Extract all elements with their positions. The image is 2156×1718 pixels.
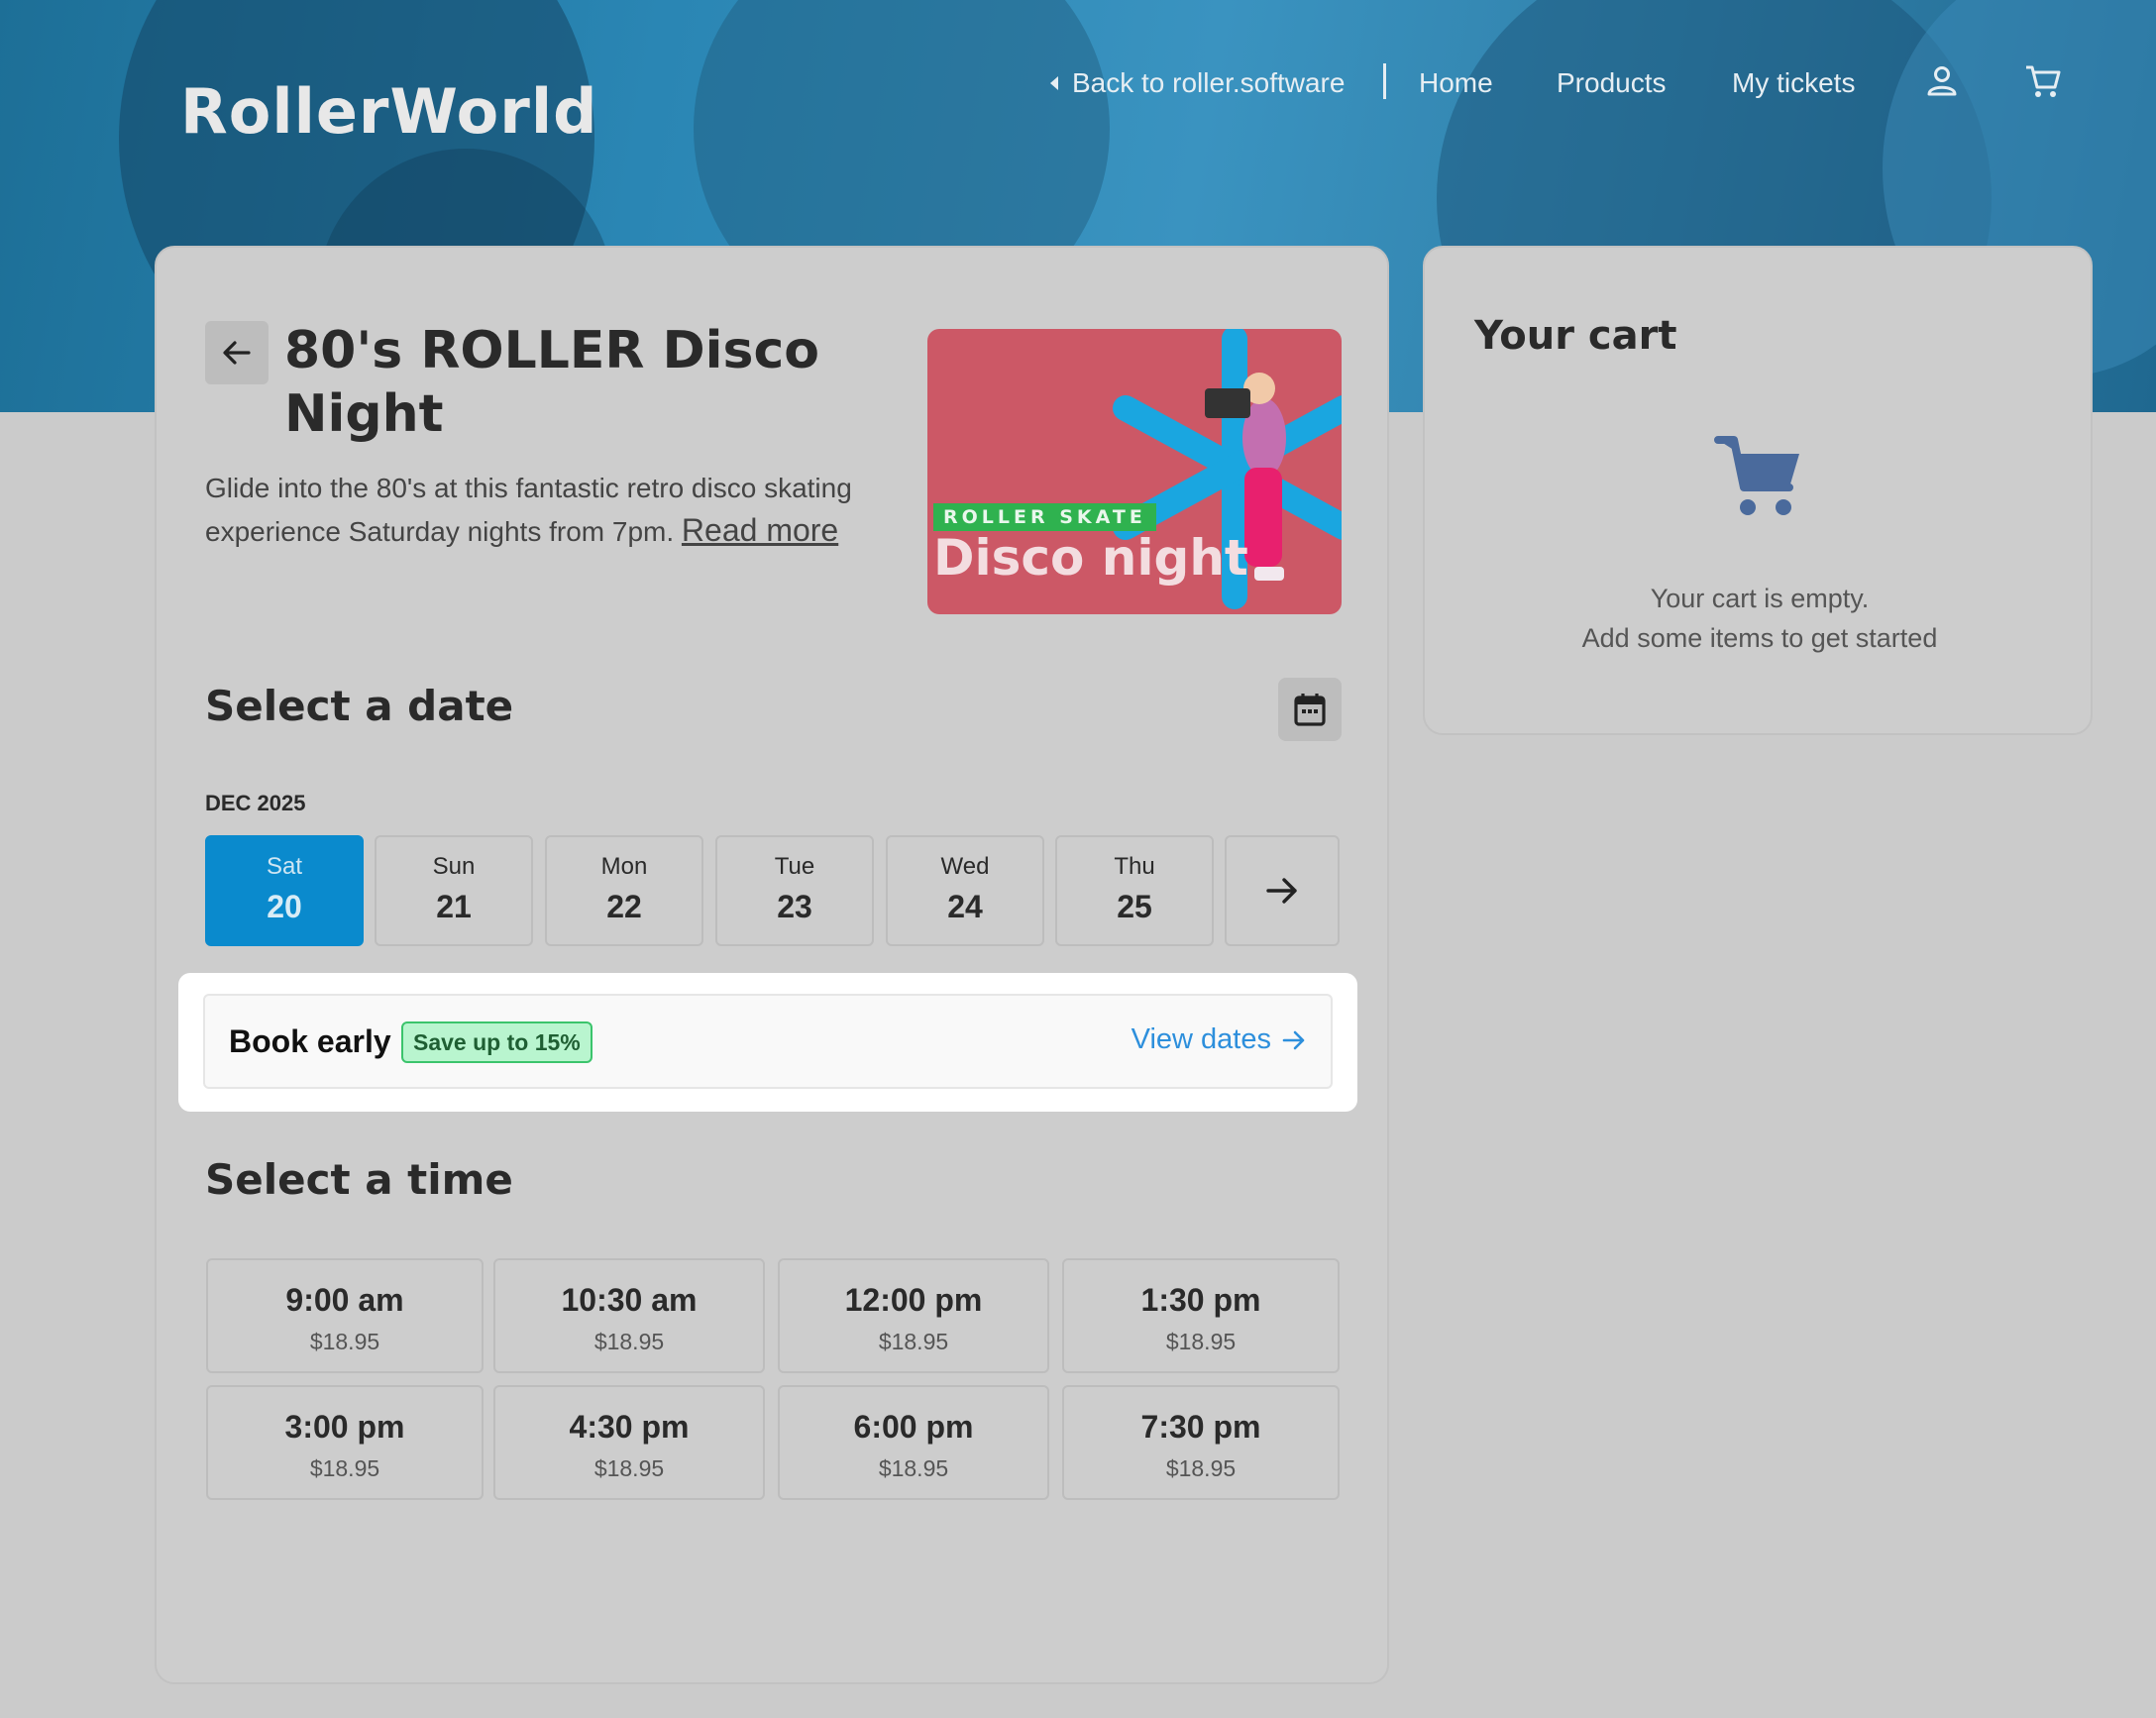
cart-panel: Your cart Your cart is empty. Add some i…: [1423, 246, 2093, 735]
select-date-heading: Select a date: [205, 682, 514, 730]
time-slot[interactable]: 10:30 am $18.95: [493, 1258, 765, 1373]
time-slot[interactable]: 7:30 pm $18.95: [1062, 1385, 1340, 1500]
cart-title: Your cart: [1474, 313, 1677, 359]
top-nav: Back to roller.software Home Products My…: [0, 61, 2156, 107]
nav-products[interactable]: Products: [1557, 67, 1667, 99]
date-thu-25[interactable]: Thu 25: [1055, 835, 1214, 946]
day-of-week: Sat: [266, 853, 303, 880]
nav-divider: [1383, 63, 1386, 99]
slot-time: 6:00 pm: [853, 1409, 974, 1445]
day-of-week: Wed: [940, 853, 990, 880]
cart-icon: [1714, 436, 1799, 515]
slot-time: 3:00 pm: [284, 1409, 405, 1445]
calendar-button[interactable]: [1278, 678, 1342, 741]
calendar-icon: [1294, 694, 1326, 726]
save-badge: Save up to 15%: [401, 1021, 593, 1063]
book-early-label: Book early: [229, 1023, 391, 1059]
date-wed-24[interactable]: Wed 24: [886, 835, 1044, 946]
slot-time: 4:30 pm: [569, 1409, 690, 1445]
day-of-week: Thu: [1114, 853, 1155, 880]
next-dates-button[interactable]: [1225, 835, 1340, 946]
cart-empty-line1: Your cart is empty.: [1650, 584, 1870, 613]
slot-time: 1:30 pm: [1140, 1282, 1261, 1318]
day-of-week: Sun: [432, 853, 476, 880]
arrow-right-icon: [1266, 878, 1297, 904]
date-sun-21[interactable]: Sun 21: [375, 835, 533, 946]
cart-empty-line2: Add some items to get started: [1581, 623, 1938, 653]
slot-price: $18.95: [878, 1329, 949, 1354]
back-link-label: Back to roller.software: [1072, 67, 1346, 98]
day-number: 24: [947, 889, 983, 924]
slot-price: $18.95: [1165, 1329, 1237, 1354]
slot-price: $18.95: [309, 1329, 380, 1354]
date-sat-20[interactable]: Sat 20: [205, 835, 364, 946]
slot-price: $18.95: [1165, 1455, 1237, 1481]
caret-left-icon: [1050, 76, 1058, 90]
product-card: 80's ROLLER Disco Night Glide into the 8…: [155, 246, 1389, 1684]
arrow-left-icon: [223, 341, 251, 365]
day-number: 23: [777, 889, 812, 924]
slot-time: 7:30 pm: [1140, 1409, 1261, 1445]
product-description: Glide into the 80's at this fantastic re…: [205, 468, 899, 553]
product-image: ROLLER SKATE Disco night: [927, 329, 1342, 614]
image-tag: ROLLER SKATE: [933, 503, 1156, 531]
slot-price: $18.95: [309, 1455, 380, 1481]
user-icon[interactable]: [1922, 61, 1962, 101]
day-of-week: Mon: [600, 853, 648, 880]
book-early-highlight: Book early Save up to 15% View dates: [178, 973, 1357, 1112]
cart-empty-message: Your cart is empty. Add some items to ge…: [1425, 579, 2095, 658]
date-tue-23[interactable]: Tue 23: [715, 835, 874, 946]
time-slot[interactable]: 4:30 pm $18.95: [493, 1385, 765, 1500]
month-label: DEC 2025: [205, 791, 306, 815]
view-dates-link[interactable]: View dates: [1132, 1023, 1307, 1056]
book-early-banner: Book early Save up to 15% View dates: [203, 994, 1333, 1089]
slot-price: $18.95: [878, 1455, 949, 1481]
day-of-week: Tue: [774, 853, 815, 880]
day-number: 22: [606, 889, 642, 924]
read-more-link[interactable]: Read more: [682, 512, 838, 548]
slot-price: $18.95: [593, 1455, 665, 1481]
time-slot[interactable]: 12:00 pm $18.95: [778, 1258, 1049, 1373]
arrow-right-icon: [1282, 1030, 1305, 1049]
nav-my-tickets[interactable]: My tickets: [1732, 67, 1855, 99]
view-dates-label: View dates: [1131, 1023, 1271, 1055]
time-slot[interactable]: 6:00 pm $18.95: [778, 1385, 1049, 1500]
day-number: 20: [267, 889, 302, 924]
back-to-site-link[interactable]: Back to roller.software: [1050, 67, 1345, 99]
time-slot[interactable]: 1:30 pm $18.95: [1062, 1258, 1340, 1373]
slot-price: $18.95: [593, 1329, 665, 1354]
time-slot[interactable]: 9:00 am $18.95: [206, 1258, 484, 1373]
nav-home[interactable]: Home: [1419, 67, 1493, 99]
slot-time: 10:30 am: [561, 1282, 698, 1318]
day-number: 21: [436, 889, 472, 924]
product-title: 80's ROLLER Disco Night: [284, 321, 820, 444]
day-number: 25: [1117, 889, 1152, 924]
cart-icon[interactable]: [2023, 61, 2063, 101]
date-mon-22[interactable]: Mon 22: [545, 835, 703, 946]
select-time-heading: Select a time: [205, 1155, 513, 1204]
slot-time: 12:00 pm: [844, 1282, 983, 1318]
time-slot[interactable]: 3:00 pm $18.95: [206, 1385, 484, 1500]
slot-time: 9:00 am: [285, 1282, 404, 1318]
back-button[interactable]: [205, 321, 269, 384]
image-title: Disco night: [933, 529, 1248, 587]
